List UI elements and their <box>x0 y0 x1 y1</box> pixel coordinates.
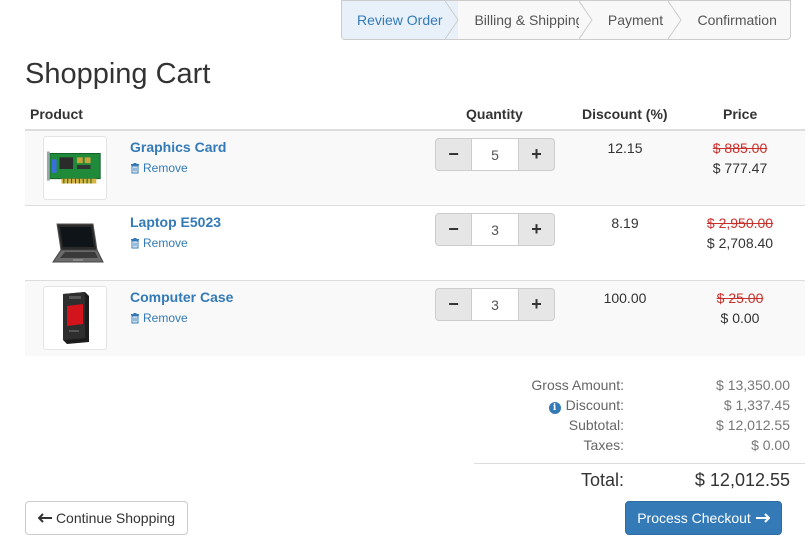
total-value: $ 12,012.55 <box>694 470 790 490</box>
step-label: Review Order <box>357 12 443 28</box>
taxes-label: Taxes: <box>583 437 624 453</box>
discount-summary-value: $ 1,337.45 <box>723 397 790 413</box>
product-thumbnail[interactable] <box>43 136 107 200</box>
quantity-input[interactable] <box>472 288 518 321</box>
discounted-price: $ 2,708.40 <box>706 235 774 251</box>
gross-amount-value: $ 13,350.00 <box>716 377 790 393</box>
minus-icon: − <box>448 144 459 164</box>
table-row: Graphics Card Remove − + 12.15 $ 885.00 … <box>25 131 805 206</box>
gross-amount-label: Gross Amount: <box>531 377 624 393</box>
step-separator <box>578 1 593 39</box>
quantity-stepper: − + <box>435 288 555 321</box>
product-name-link[interactable]: Laptop E5023 <box>130 214 221 230</box>
step-label: Confirmation <box>697 12 777 28</box>
quantity-stepper: − + <box>435 213 555 246</box>
subtotal-value: $ 12,012.55 <box>716 417 790 433</box>
minus-icon: − <box>448 219 459 239</box>
total-label: Total: <box>580 470 624 490</box>
discount-value: 100.00 <box>603 290 647 306</box>
trash-icon <box>131 237 139 248</box>
graphics-card-icon <box>46 151 101 184</box>
trash-icon <box>131 312 139 323</box>
plus-icon: + <box>531 294 542 314</box>
product-name-link[interactable]: Graphics Card <box>130 139 226 155</box>
continue-shopping-button[interactable]: Continue Shopping <box>25 501 188 535</box>
remove-label: Remove <box>143 311 188 325</box>
step-review-order[interactable]: Review Order <box>342 1 460 39</box>
quantity-stepper: − + <box>435 138 555 171</box>
increase-quantity-button[interactable]: + <box>518 288 555 321</box>
column-header-product: Product <box>30 106 83 122</box>
discount-summary-label: i Discount: <box>548 397 624 414</box>
decrease-quantity-button[interactable]: − <box>435 288 472 321</box>
discounted-price: $ 0.00 <box>720 310 760 326</box>
product-thumbnail[interactable] <box>43 211 107 275</box>
table-row: Computer Case Remove − + 100.00 $ 25.00 … <box>25 281 805 356</box>
discount-label-text: Discount: <box>565 397 624 413</box>
step-payment[interactable]: Payment <box>592 1 683 39</box>
arrow-right-icon <box>755 513 770 523</box>
remove-link[interactable]: Remove <box>130 236 188 250</box>
original-price: $ 885.00 <box>712 140 768 156</box>
step-label: Billing & Shipping <box>474 12 584 28</box>
step-billing-shipping[interactable]: Billing & Shipping <box>458 1 593 39</box>
discount-value: 12.15 <box>607 140 643 156</box>
step-confirmation[interactable]: Confirmation <box>681 1 790 39</box>
discounted-price: $ 777.47 <box>712 160 768 176</box>
laptop-icon <box>52 223 104 263</box>
column-header-quantity: Quantity <box>466 106 523 122</box>
quantity-input[interactable] <box>472 213 518 246</box>
subtotal-label: Subtotal: <box>568 417 624 433</box>
process-checkout-button[interactable]: Process Checkout <box>625 501 782 535</box>
arrow-left-icon <box>37 513 52 523</box>
plus-icon: + <box>531 219 542 239</box>
step-separator <box>445 1 460 39</box>
decrease-quantity-button[interactable]: − <box>435 213 472 246</box>
quantity-input[interactable] <box>472 138 518 171</box>
taxes-value: $ 0.00 <box>751 437 790 453</box>
product-thumbnail[interactable] <box>43 286 107 350</box>
step-separator <box>668 1 683 39</box>
trash-icon <box>131 162 139 173</box>
page-title: Shopping Cart <box>25 58 211 90</box>
info-icon[interactable]: i <box>548 402 561 414</box>
table-row: Laptop E5023 Remove − + 8.19 $ 2,950.00 … <box>25 206 805 281</box>
increase-quantity-button[interactable]: + <box>518 138 555 171</box>
minus-icon: − <box>448 294 459 314</box>
plus-icon: + <box>531 144 542 164</box>
remove-label: Remove <box>143 236 188 250</box>
original-price: $ 25.00 <box>716 290 764 306</box>
discount-value: 8.19 <box>611 215 639 231</box>
column-header-price: Price <box>723 106 758 122</box>
remove-label: Remove <box>143 161 188 175</box>
summary-divider <box>474 463 805 464</box>
process-checkout-label: Process Checkout <box>637 510 751 526</box>
decrease-quantity-button[interactable]: − <box>435 138 472 171</box>
step-label: Payment <box>607 12 664 28</box>
original-price: $ 2,950.00 <box>706 215 774 231</box>
remove-link[interactable]: Remove <box>130 311 188 325</box>
product-name-link[interactable]: Computer Case <box>130 289 233 305</box>
increase-quantity-button[interactable]: + <box>518 213 555 246</box>
column-header-discount: Discount (%) <box>582 106 668 122</box>
continue-shopping-label: Continue Shopping <box>55 510 176 526</box>
remove-link[interactable]: Remove <box>130 161 188 175</box>
computer-case-icon <box>63 292 89 344</box>
checkout-steps: Review Order Billing & Shipping Payment … <box>341 0 791 40</box>
